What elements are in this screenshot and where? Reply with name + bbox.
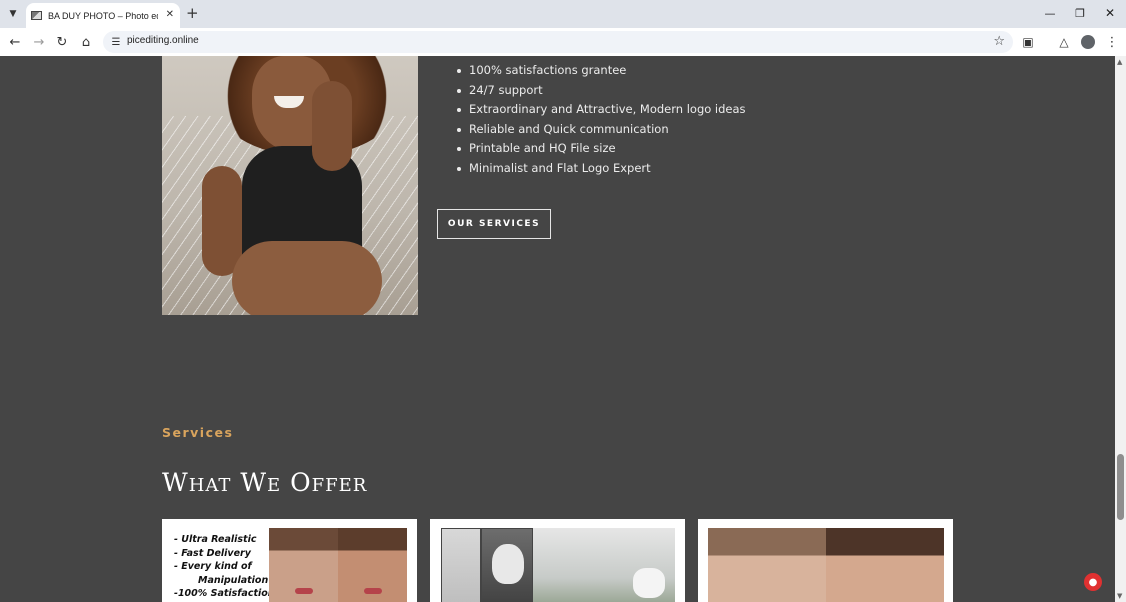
wolf-image bbox=[441, 528, 481, 602]
support-person-icon[interactable]: ● bbox=[1084, 573, 1102, 591]
section-kicker: Services bbox=[162, 425, 234, 440]
browser-toolbar: ← → ↻ ⌂ ☰ picediting.online ☆ ▣ △ ⋮ bbox=[0, 28, 1126, 56]
wolf-closeup-image bbox=[481, 528, 533, 602]
smiling-woman-photo bbox=[162, 56, 418, 315]
puzzle-icon[interactable]: ▣ bbox=[1019, 33, 1037, 51]
scroll-up-arrow-icon[interactable]: ▲ bbox=[1117, 58, 1122, 66]
arrow-right-icon[interactable]: → bbox=[30, 33, 48, 51]
service-card-beauty[interactable] bbox=[698, 519, 953, 602]
card-line: -100% Satisfaction bbox=[174, 588, 275, 599]
url-text[interactable]: picediting.online bbox=[127, 35, 199, 46]
star-icon[interactable]: ☆ bbox=[993, 34, 1005, 50]
page-scrollbar[interactable]: ▲ ▼ bbox=[1115, 56, 1126, 602]
address-bar[interactable]: ☰ picediting.online ☆ bbox=[103, 31, 1013, 53]
card-line: Manipulation bbox=[198, 574, 269, 586]
reload-icon[interactable]: ↻ bbox=[53, 33, 71, 51]
scroll-thumb[interactable] bbox=[1117, 454, 1124, 520]
scroll-down-arrow-icon[interactable]: ▼ bbox=[1117, 592, 1122, 600]
after-portrait-image bbox=[826, 528, 944, 602]
flask-icon[interactable]: △ bbox=[1055, 33, 1073, 51]
kebab-menu-icon[interactable]: ⋮ bbox=[1103, 33, 1121, 51]
card-line: - Fast Delivery bbox=[174, 547, 251, 559]
plus-icon[interactable]: + bbox=[186, 4, 199, 22]
card-line: - Every kind of bbox=[174, 561, 252, 572]
page-viewport: 100% satisfactions grantee 24/7 support … bbox=[0, 56, 1126, 602]
feature-item: Printable and HQ File size bbox=[457, 139, 746, 159]
service-card-retouching[interactable]: - Ultra Realistic - Fast Delivery - Ever… bbox=[162, 519, 417, 602]
feature-item: 100% satisfactions grantee bbox=[457, 61, 746, 81]
window-close-icon[interactable]: ✕ bbox=[1100, 4, 1120, 22]
tune-icon[interactable]: ☰ bbox=[109, 35, 123, 49]
section-title: What We Offer bbox=[162, 468, 368, 497]
person-icon[interactable] bbox=[1079, 33, 1097, 51]
feature-item: Reliable and Quick communication bbox=[457, 120, 746, 140]
card-feature-text: - Ultra Realistic - Fast Delivery - Ever… bbox=[174, 533, 275, 601]
browser-tab-active[interactable]: BA DUY PHOTO – Photo editing ✕ bbox=[26, 3, 180, 28]
feature-item: Minimalist and Flat Logo Expert bbox=[457, 159, 746, 179]
before-face-image bbox=[269, 528, 338, 602]
tab-title: BA DUY PHOTO – Photo editing bbox=[48, 10, 158, 21]
site-favicon-icon bbox=[31, 11, 42, 20]
close-icon[interactable]: ✕ bbox=[166, 9, 174, 21]
home-icon[interactable]: ⌂ bbox=[77, 33, 95, 51]
before-portrait-image bbox=[708, 528, 826, 602]
feature-item: 24/7 support bbox=[457, 81, 746, 101]
browser-tab-strip: ▼ BA DUY PHOTO – Photo editing ✕ + — ❐ ✕ bbox=[0, 0, 1126, 28]
after-face-image bbox=[338, 528, 407, 602]
card-line: - Ultra Realistic bbox=[174, 534, 257, 545]
composite-scene-image bbox=[533, 528, 675, 602]
restore-icon[interactable]: ❐ bbox=[1070, 4, 1090, 22]
arrow-left-icon[interactable]: ← bbox=[6, 33, 24, 51]
feature-list: 100% satisfactions grantee 24/7 support … bbox=[457, 61, 746, 179]
feature-item: Extraordinary and Attractive, Modern log… bbox=[457, 100, 746, 120]
service-card-manipulation[interactable] bbox=[430, 519, 685, 602]
chevron-down-icon[interactable]: ▼ bbox=[5, 6, 21, 22]
our-services-button[interactable]: OUR SERVICES bbox=[437, 209, 551, 239]
minimize-icon[interactable]: — bbox=[1040, 4, 1060, 22]
